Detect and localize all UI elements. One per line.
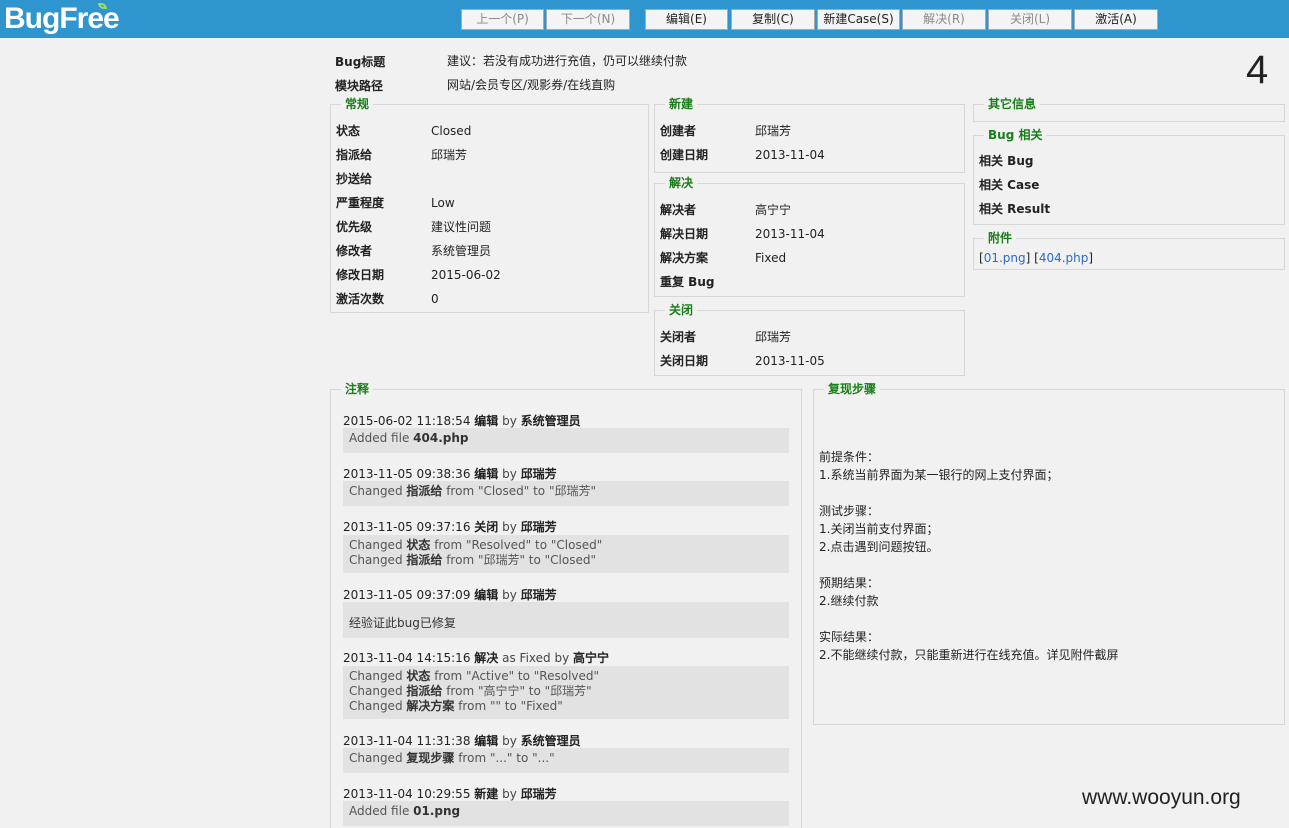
next-button[interactable]: 下一个(N): [546, 9, 630, 30]
note-header: 2013-11-04 14:15:16 解决 as Fixed by 高宁宁: [343, 651, 610, 665]
attachment-link[interactable]: 01.png: [984, 251, 1026, 265]
field-row: 优先级 建议性问题: [336, 220, 492, 234]
related-bug-label: 相关 Bug: [979, 154, 1034, 168]
attachments-section: 附件 [01.png] [404.php]: [973, 230, 1285, 270]
field-row: 状态 Closed: [336, 124, 472, 138]
general-legend: 常规: [341, 96, 374, 112]
note-body: Changed 状态 from "Active" to "Resolved" C…: [343, 666, 789, 719]
field-row: 解决方案 Fixed: [660, 251, 787, 265]
created-section: 新建 创建者 邱瑞芳 创建日期 2013-11-04: [654, 96, 965, 173]
resolve-button[interactable]: 解决(R): [902, 9, 986, 30]
resolved-section: 解决 解决者 高宁宁 解决日期 2013-11-04 解决方案 Fixed 重复 Bu…: [654, 175, 965, 297]
field-row: 指派给 邱瑞芳: [336, 148, 468, 162]
closed-legend: 关闭: [665, 302, 698, 318]
field-row: 抄送给: [336, 172, 373, 186]
field-row: 修改日期 2015-06-02: [336, 268, 501, 282]
repro-steps-legend: 复现步骤: [824, 381, 881, 397]
attachments-legend: 附件: [984, 230, 1017, 246]
note-body: 经验证此bug已修复: [343, 602, 789, 638]
prev-button[interactable]: 上一个(P): [461, 9, 544, 30]
other-info-legend: 其它信息: [984, 96, 1041, 112]
resolved-legend: 解决: [665, 175, 698, 191]
bug-title-label: Bug标题: [335, 55, 386, 69]
field-row: 解决者 高宁宁: [660, 203, 792, 217]
repro-steps-section: 复现步骤 前提条件： 1.系统当前界面为某一银行的网上支付界面； 测试步骤： 1…: [813, 381, 1285, 725]
activate-button[interactable]: 激活(A): [1074, 9, 1158, 30]
notes-section: 注释 2015-06-02 11:18:54 编辑 by 系统管理员 Added…: [330, 381, 802, 828]
watermark: www.wooyun.org: [1082, 786, 1241, 809]
attachment-link[interactable]: 404.php: [1039, 251, 1089, 265]
other-info-section: 其它信息: [973, 96, 1285, 122]
field-row: 关闭者 邱瑞芳: [660, 330, 792, 344]
bug-title: 建议：若没有成功进行充值，仍可以继续付款: [447, 54, 688, 68]
bug-related-section: Bug 相关 相关 Bug 相关 Case 相关 Result: [973, 127, 1285, 225]
repro-steps-text: 前提条件： 1.系统当前界面为某一银行的网上支付界面； 测试步骤： 1.关闭当前…: [819, 450, 1119, 662]
note-header: 2013-11-05 09:37:09 编辑 by 邱瑞芳: [343, 588, 557, 602]
field-row: 重复 Bug: [660, 275, 715, 289]
note-body: Changed 状态 from "Resolved" to "Closed" C…: [343, 535, 789, 573]
note-header: 2013-11-05 09:37:16 关闭 by 邱瑞芳: [343, 520, 557, 534]
related-case-label: 相关 Case: [979, 178, 1040, 192]
close-button[interactable]: 关闭(L): [988, 9, 1072, 30]
new-case-button[interactable]: 新建Case(S): [817, 9, 900, 30]
field-row: 创建日期 2013-11-04: [660, 148, 825, 162]
created-legend: 新建: [665, 96, 698, 112]
field-row: 解决日期 2013-11-04: [660, 227, 825, 241]
note-header: 2015-06-02 11:18:54 编辑 by 系统管理员: [343, 414, 581, 428]
notes-legend: 注释: [341, 381, 374, 397]
general-section: 常规 状态 Closed 指派给 邱瑞芳 抄送给 严重程度 Low 优先级 建议性问题 …: [330, 96, 649, 313]
note-header: 2013-11-05 09:38:36 编辑 by 邱瑞芳: [343, 467, 557, 481]
bug-id: 4: [1246, 48, 1269, 92]
field-row: 修改者 系统管理员: [336, 244, 492, 258]
field-row: 关闭日期 2013-11-05: [660, 354, 825, 368]
field-row: 严重程度 Low: [336, 196, 455, 210]
closed-section: 关闭 关闭者 邱瑞芳 关闭日期 2013-11-05: [654, 302, 965, 376]
bug-related-legend: Bug 相关: [984, 127, 1047, 143]
note-header: 2013-11-04 11:31:38 编辑 by 系统管理员: [343, 734, 581, 748]
note-body: Added file 01.png: [343, 801, 789, 826]
note-body: Changed 复现步骤 from "..." to "...": [343, 748, 789, 773]
module-path-label: 模块路径: [335, 79, 384, 93]
note-body: Changed 指派给 from "Closed" to "邱瑞芳": [343, 481, 789, 506]
edit-button[interactable]: 编辑(E): [645, 9, 728, 30]
note-header: 2013-11-04 10:29:55 新建 by 邱瑞芳: [343, 787, 557, 801]
copy-button[interactable]: 复制(C): [731, 9, 815, 30]
field-row: 激活次数 0: [336, 292, 439, 306]
field-row: 创建者 邱瑞芳: [660, 124, 792, 138]
note-body: Added file 404.php: [343, 428, 789, 453]
related-result-label: 相关 Result: [979, 202, 1051, 216]
attachment-list: [01.png] [404.php]: [979, 251, 1094, 265]
top-bar: BugFree 上一个(P) 下一个(N) 编辑(E) 复制(C) 新建Case…: [0, 0, 1289, 38]
module-path: 网站/会员专区/观影券/在线直购: [447, 78, 616, 92]
